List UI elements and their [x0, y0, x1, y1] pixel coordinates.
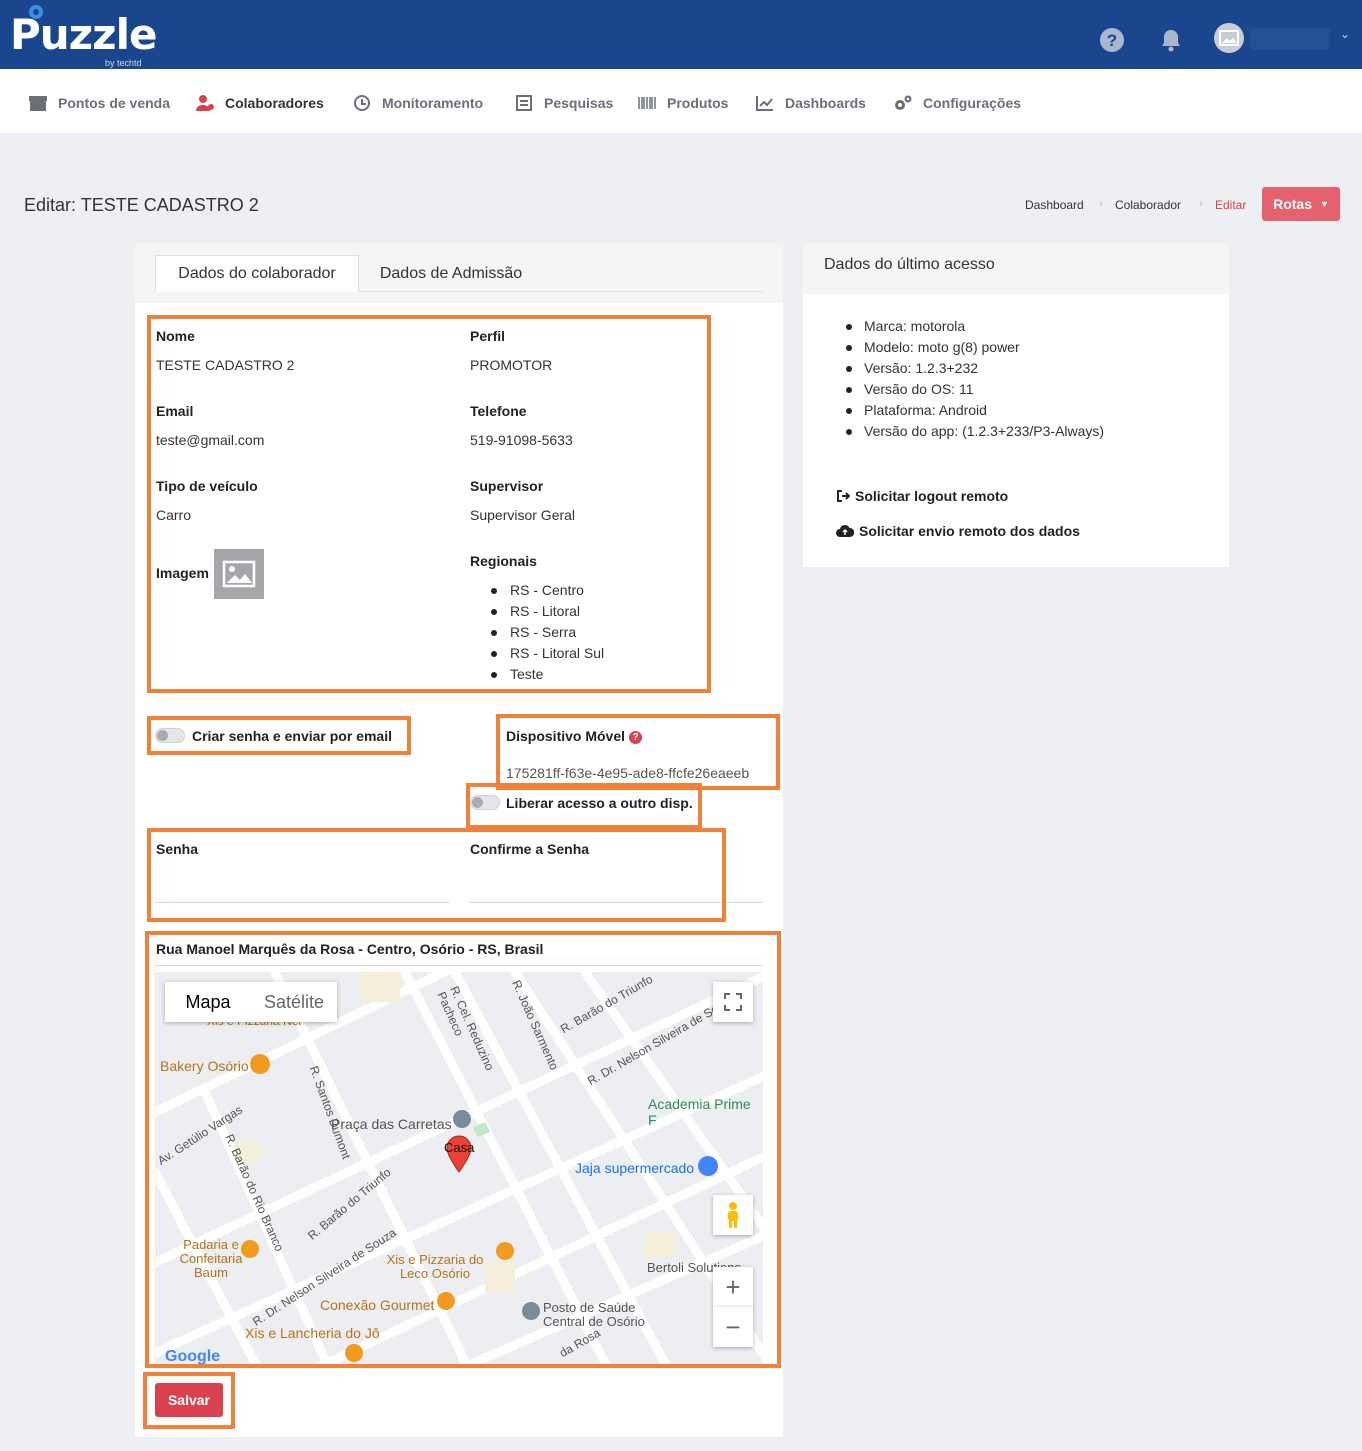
rotas-dropdown-button[interactable]: Rotas ▼ — [1262, 187, 1340, 221]
avatar[interactable] — [1214, 23, 1244, 53]
acesso-item: Versão do app: (1.2.3+233/P3-Always) — [864, 423, 1105, 439]
nav-monitoramento[interactable]: Monitoramento — [352, 93, 483, 113]
users-icon — [196, 95, 214, 111]
clock-icon — [354, 95, 370, 111]
cloud-upload-icon — [836, 524, 854, 537]
ultimo-acesso-title: Dados do último acesso — [824, 256, 995, 273]
highlight-box — [145, 931, 781, 1368]
barcode-icon — [638, 97, 656, 109]
nav-colaboradores[interactable]: Colaboradores — [195, 93, 324, 113]
breadcrumb-editar: Editar — [1215, 198, 1247, 212]
bell-icon[interactable] — [1158, 27, 1184, 53]
survey-icon — [516, 95, 532, 111]
list-bullet — [846, 387, 852, 393]
highlight-box — [147, 716, 411, 755]
logout-remoto-link[interactable]: Solicitar logout remoto — [836, 488, 1008, 504]
sign-out-icon — [837, 490, 850, 502]
nav-dashboards[interactable]: Dashboards — [755, 93, 866, 113]
nav-produtos[interactable]: Produtos — [637, 93, 728, 113]
image-placeholder-icon — [1219, 30, 1239, 46]
highlight-box — [496, 714, 780, 790]
nav-label: Produtos — [667, 95, 729, 111]
nav-label: Colaboradores — [225, 95, 324, 111]
brand-sub: by techtd — [105, 58, 142, 68]
tab-dados-colaborador[interactable]: Dados do colaborador — [155, 255, 359, 292]
list-bullet — [846, 345, 852, 351]
highlight-box — [147, 828, 726, 922]
store-icon — [29, 96, 47, 111]
logout-remoto-label: Solicitar logout remoto — [855, 488, 1009, 504]
user-name[interactable] — [1250, 28, 1330, 50]
list-bullet — [846, 429, 852, 435]
acesso-item: Marca: motorola — [864, 318, 966, 334]
rotas-label: Rotas — [1273, 196, 1312, 212]
caret-down-icon: ▼ — [1319, 199, 1329, 209]
chevron-down-icon[interactable]: ⌄ — [1340, 27, 1350, 41]
help-icon[interactable]: ? — [1099, 27, 1125, 53]
highlight-box — [147, 315, 711, 693]
svg-text:?: ? — [1107, 31, 1117, 50]
nav-label: Monitoramento — [382, 95, 484, 111]
breadcrumb-dashboard[interactable]: Dashboard — [1025, 198, 1084, 212]
nav-label: Dashboards — [785, 95, 866, 111]
envio-remoto-label: Solicitar envio remoto dos dados — [859, 523, 1080, 539]
nav-label: Pontos de venda — [58, 95, 171, 111]
envio-remoto-link[interactable]: Solicitar envio remoto dos dados — [836, 523, 1080, 539]
acesso-item: Versão: 1.2.3+232 — [864, 360, 979, 376]
breadcrumb-colaborador[interactable]: Colaborador — [1115, 198, 1181, 212]
brand-logo[interactable]: Puzzle — [10, 10, 157, 59]
nav-pontos-de-venda[interactable]: Pontos de venda — [28, 93, 170, 113]
highlight-box — [466, 783, 702, 829]
nav-label: Pesquisas — [544, 95, 614, 111]
nav-configuracoes[interactable]: Configurações — [893, 93, 1021, 113]
acesso-item: Plataforma: Android — [864, 402, 987, 418]
list-bullet — [846, 408, 852, 414]
page-title: Editar: TESTE CADASTRO 2 — [24, 195, 259, 215]
acesso-item: Versão do OS: 11 — [864, 381, 974, 397]
breadcrumb-separator: › — [1199, 196, 1203, 210]
breadcrumb-separator: › — [1099, 196, 1103, 210]
nav-pesquisas[interactable]: Pesquisas — [514, 93, 613, 113]
acesso-item: Modelo: moto g(8) power — [864, 339, 1020, 355]
list-bullet — [846, 366, 852, 372]
tab-dados-admissao[interactable]: Dados de Admissão — [362, 255, 540, 292]
highlight-box — [143, 1372, 235, 1429]
nav-label: Configurações — [923, 95, 1022, 111]
chart-icon — [756, 96, 773, 111]
list-bullet — [846, 324, 852, 330]
gears-icon — [895, 95, 912, 110]
